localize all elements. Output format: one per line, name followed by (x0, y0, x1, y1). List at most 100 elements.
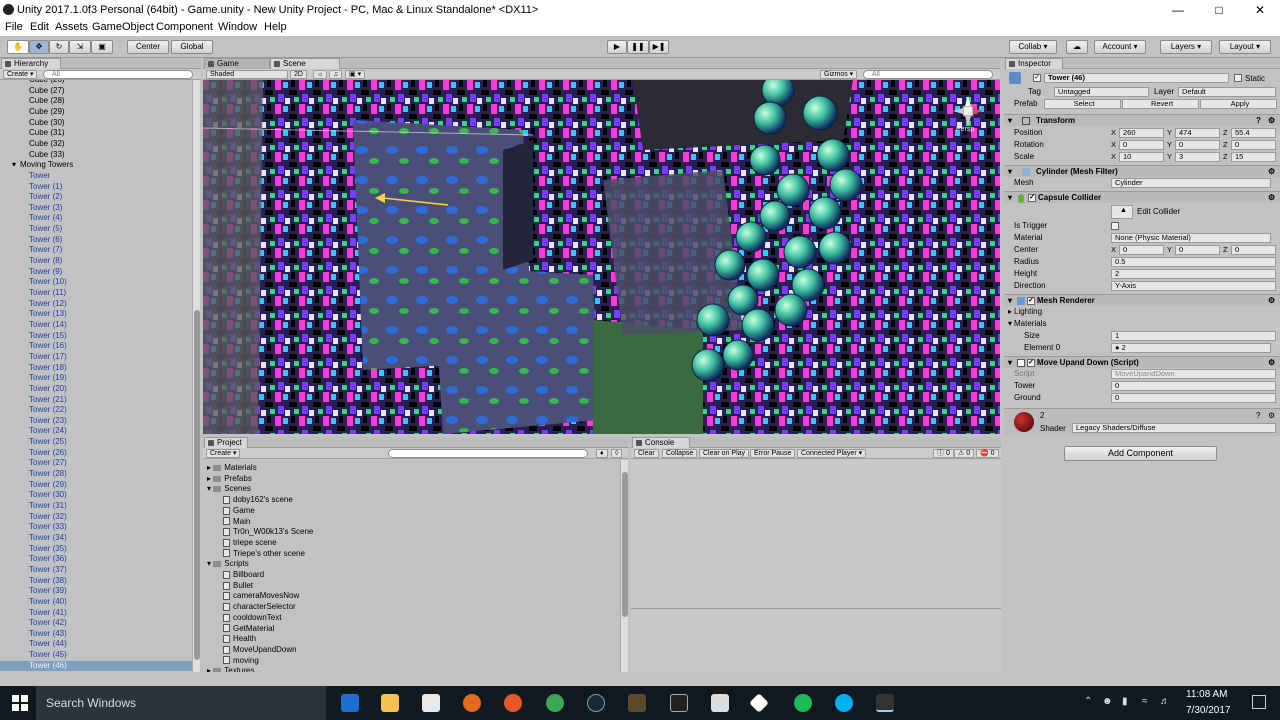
windows-start-icon[interactable] (12, 695, 28, 711)
hierarchy-tower-item[interactable]: Tower (43) (0, 629, 192, 640)
project-folder[interactable]: ▸ Textures (207, 666, 254, 672)
tab-console[interactable]: Console (632, 437, 690, 448)
menu-assets[interactable]: Assets (55, 21, 88, 33)
height-field[interactable]: 2 (1111, 269, 1276, 279)
hierarchy-item[interactable]: Cube (30) (0, 118, 192, 129)
hierarchy-tower-item[interactable]: Tower (19) (0, 373, 192, 384)
project-asset[interactable]: triepe scene (223, 538, 277, 549)
audio-toggle[interactable]: ♫ (329, 70, 343, 79)
pivot-center-button[interactable]: Center (127, 40, 169, 54)
hierarchy-tower-item[interactable]: Tower (28) (0, 469, 192, 480)
capsule-enabled-checkbox[interactable]: ✓ (1028, 194, 1036, 202)
pause-button[interactable]: ❚❚ (627, 40, 649, 54)
hierarchy-tower-item[interactable]: Tower (38) (0, 576, 192, 587)
account-button[interactable]: Account ▾ (1094, 40, 1146, 54)
hierarchy-item[interactable]: Cube (29) (0, 107, 192, 118)
play-button[interactable]: ▶ (607, 40, 627, 54)
component-gear-icon[interactable]: ⚙ (1268, 295, 1275, 306)
clock-time[interactable]: 11:08 AM (1186, 689, 1228, 700)
transform-z-field[interactable]: 55.4 (1231, 128, 1276, 138)
mail-icon[interactable] (711, 694, 729, 712)
taskbar-search-box[interactable]: Search Windows (36, 686, 326, 720)
minimize-button[interactable]: — (1169, 2, 1187, 18)
add-component-button[interactable]: Add Component (1064, 446, 1217, 461)
people-icon[interactable]: ☻ (1102, 696, 1113, 707)
menu-file[interactable]: File (5, 21, 23, 33)
transform-x-field[interactable]: 260 (1119, 128, 1164, 138)
hierarchy-tower-item[interactable]: Tower (9) (0, 267, 192, 278)
project-folder[interactable]: ▾ Scenes (207, 484, 251, 495)
component-gear-icon[interactable]: ⚙ (1268, 166, 1275, 177)
direction-dropdown[interactable]: Y-Axis (1111, 281, 1276, 291)
hierarchy-tower-item[interactable]: Tower (21) (0, 395, 192, 406)
help-icon[interactable]: ? (1256, 115, 1261, 126)
object-name-field[interactable]: Tower (46) (1044, 73, 1229, 83)
tower-field[interactable]: 0 (1111, 381, 1276, 391)
hierarchy-tower-item[interactable]: Tower (17) (0, 352, 192, 363)
file-explorer-icon[interactable] (381, 694, 399, 712)
project-asset[interactable]: Billboard (223, 570, 264, 581)
hierarchy-tower-item[interactable]: Tower (45) (0, 650, 192, 661)
menu-window[interactable]: Window (218, 21, 257, 33)
git-icon[interactable] (749, 693, 769, 713)
terminal-icon[interactable] (670, 694, 688, 712)
transform-z-field[interactable]: 0 (1231, 140, 1276, 150)
hierarchy-scrollbar[interactable] (192, 80, 200, 672)
tab-game[interactable]: Game (204, 58, 270, 69)
hierarchy-item[interactable]: Cube (31) (0, 128, 192, 139)
edge-icon[interactable] (341, 694, 359, 712)
menu-help[interactable]: Help (264, 21, 287, 33)
console-warning-toggle[interactable]: ⚠ 0 (954, 449, 975, 458)
scene-search-input[interactable]: All (863, 70, 993, 79)
prefab-revert-button[interactable]: Revert (1122, 99, 1199, 109)
materials-row[interactable]: ▾ Materials (1004, 318, 1280, 330)
hierarchy-tower-item[interactable]: Tower (5) (0, 224, 192, 235)
mesh-renderer-header[interactable]: ▾ ✓ Mesh Renderer ⚙ (1004, 294, 1280, 306)
move-tool-button[interactable]: ✥ (29, 40, 49, 54)
maximize-button[interactable]: □ (1210, 2, 1228, 18)
hierarchy-tower-item[interactable]: Tower (34) (0, 533, 192, 544)
layout-button[interactable]: Layout ▾ (1219, 40, 1271, 54)
help-icon[interactable]: ? (1256, 411, 1260, 420)
project-asset[interactable]: doby162's scene (223, 495, 293, 506)
tab-project[interactable]: Project (204, 437, 248, 448)
tab-scene[interactable]: Scene (270, 58, 340, 69)
hierarchy-tower-item[interactable]: Tower (6) (0, 235, 192, 246)
transform-header[interactable]: ▾ Transform ? ⚙ (1004, 114, 1280, 126)
hierarchy-group-moving-towers[interactable]: ▾ Moving Towers (0, 160, 192, 171)
hierarchy-create-button[interactable]: Create ▾ (3, 70, 38, 79)
center-x-field[interactable]: 0 (1119, 245, 1164, 255)
hierarchy-tower-item[interactable]: Tower (33) (0, 522, 192, 533)
transform-y-field[interactable]: 0 (1175, 140, 1220, 150)
scale-tool-button[interactable]: ⇲ (69, 40, 91, 54)
hierarchy-tower-item[interactable]: Tower (16) (0, 341, 192, 352)
hierarchy-scroll-thumb[interactable] (194, 310, 200, 660)
project-asset[interactable]: Bullet (223, 581, 253, 592)
hierarchy-tower-item[interactable]: Tower (13) (0, 309, 192, 320)
hierarchy-tower-item[interactable]: Tower (37) (0, 565, 192, 576)
hierarchy-tower-item[interactable]: Tower (18) (0, 363, 192, 374)
unity-taskbar-icon[interactable] (876, 694, 894, 712)
mesh-filter-header[interactable]: ▾ Cylinder (Mesh Filter) ⚙ (1004, 165, 1280, 177)
center-z-field[interactable]: 0 (1231, 245, 1276, 255)
lighting-row[interactable]: ▸ Lighting (1004, 306, 1280, 318)
close-button[interactable]: ✕ (1251, 2, 1269, 18)
hierarchy-tower-item[interactable]: Tower (30) (0, 490, 192, 501)
console-clear-on-play-button[interactable]: Clear on Play (699, 449, 750, 458)
battery-icon[interactable]: ▮ (1122, 696, 1128, 707)
step-button[interactable]: ▶❚ (649, 40, 669, 54)
hierarchy-tower-item[interactable]: Tower (41) (0, 608, 192, 619)
hierarchy-item[interactable]: Cube (27) (0, 86, 192, 97)
project-search-input[interactable] (388, 449, 588, 458)
menu-gameobject[interactable]: GameObject (92, 21, 154, 33)
console-info-toggle[interactable]: ⓘ 0 (933, 449, 954, 458)
project-asset[interactable]: Game (223, 506, 255, 517)
foldout-arrow-icon[interactable]: ▾ (12, 160, 16, 170)
shader-dropdown[interactable]: Legacy Shaders/Diffuse (1072, 423, 1276, 433)
scene-orientation-gizmo[interactable]: Persp (951, 94, 985, 134)
store-icon[interactable] (422, 694, 440, 712)
transform-x-field[interactable]: 10 (1119, 152, 1164, 162)
script-header[interactable]: ▾ ✓ Move Upand Down (Script) ⚙ (1004, 356, 1280, 368)
spotify-icon[interactable] (794, 694, 812, 712)
action-center-icon[interactable] (1252, 695, 1266, 709)
